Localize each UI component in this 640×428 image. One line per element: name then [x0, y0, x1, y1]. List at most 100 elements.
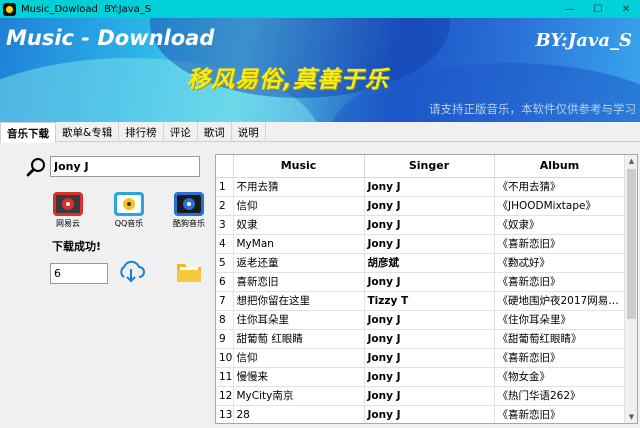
singer-cell[interactable]: 胡彦斌 [364, 253, 495, 273]
table-row[interactable]: 5 返老还童 胡彦斌 《覅忒好》 [216, 253, 626, 273]
singer-cell[interactable]: Jony J [364, 329, 495, 349]
banner-slogan: 移风易俗,莫善于乐 [187, 67, 389, 93]
singer-cell[interactable]: Jony J [364, 177, 495, 197]
album-cell[interactable]: 《物女金》 [494, 367, 626, 387]
row-number: 6 [216, 272, 234, 292]
row-number: 9 [216, 329, 234, 349]
close-button[interactable]: ✕ [612, 0, 640, 18]
cloud-download-icon[interactable] [117, 260, 145, 284]
tab-playlist-album[interactable]: 歌单&专辑 [56, 122, 120, 142]
source-netease[interactable]: 网易云 [48, 192, 88, 229]
singer-cell[interactable]: Jony J [364, 196, 495, 216]
tab-bar: 音乐下载 歌单&专辑 排行榜 评论 歌词 说明 [0, 122, 640, 143]
album-cell[interactable]: 《硬地围炉夜2017网易云... [494, 291, 626, 311]
table-row[interactable]: 6 喜新恋旧 Jony J 《喜新恋旧》 [216, 272, 626, 292]
row-number: 1 [216, 177, 234, 197]
album-cell[interactable]: 《甜葡萄红眼睛》 [494, 329, 626, 349]
netease-music-icon [53, 192, 83, 216]
music-cell[interactable]: 返老还童 [233, 253, 365, 273]
table-row[interactable]: 1 不用去猜 Jony J 《不用去猜》 [216, 177, 626, 197]
scroll-up-arrow-icon[interactable]: ▲ [625, 155, 637, 167]
table-row[interactable]: 3 奴隶 Jony J 《奴隶》 [216, 215, 626, 235]
table-row[interactable]: 13 28 Jony J 《喜新恋旧》 [216, 405, 626, 423]
music-cell[interactable]: 想把你留在这里 [233, 291, 365, 311]
music-cell[interactable]: MyCity南京 [233, 386, 365, 406]
singer-cell[interactable]: Jony J [364, 405, 495, 423]
search-input[interactable] [50, 156, 200, 177]
music-cell[interactable]: 28 [233, 405, 365, 423]
singer-cell[interactable]: Jony J [364, 310, 495, 330]
music-cell[interactable]: 慢慢来 [233, 367, 365, 387]
copyright-notice: 请支持正版音乐，本软件仅供参考与学习 [429, 102, 636, 116]
tab-music-download[interactable]: 音乐下载 [0, 122, 56, 143]
music-cell[interactable]: 奴隶 [233, 215, 365, 235]
music-cell[interactable]: MyMan [233, 234, 365, 254]
scroll-down-arrow-icon[interactable]: ▼ [625, 411, 637, 423]
vertical-scrollbar[interactable]: ▲ ▼ [624, 155, 637, 423]
singer-cell[interactable]: Tizzy T [364, 291, 495, 311]
singer-cell[interactable]: Jony J [364, 234, 495, 254]
singer-cell[interactable]: Jony J [364, 386, 495, 406]
table-row[interactable]: 12 MyCity南京 Jony J 《热门华语262》 [216, 386, 626, 406]
download-count-input[interactable] [50, 263, 108, 284]
row-number: 3 [216, 215, 234, 235]
album-cell[interactable]: 《喜新恋旧》 [494, 348, 626, 368]
scrollbar-thumb[interactable] [627, 169, 636, 319]
search-icon[interactable] [26, 157, 46, 177]
row-number: 12 [216, 386, 234, 406]
minimize-button[interactable]: — [556, 0, 584, 18]
album-cell[interactable]: 《喜新恋旧》 [494, 405, 626, 423]
album-cell[interactable]: 《热门华语262》 [494, 386, 626, 406]
row-number: 5 [216, 253, 234, 273]
folder-icon[interactable] [176, 260, 202, 283]
row-number: 8 [216, 310, 234, 330]
music-cell[interactable]: 信仰 [233, 348, 365, 368]
singer-cell[interactable]: Jony J [364, 215, 495, 235]
album-cell[interactable]: 《JHOODMixtape》 [494, 196, 626, 216]
singer-cell[interactable]: Jony J [364, 348, 495, 368]
singer-cell[interactable]: Jony J [364, 272, 495, 292]
singer-cell[interactable]: Jony J [364, 367, 495, 387]
tab-lyrics[interactable]: 歌词 [198, 122, 232, 142]
source-kugou[interactable]: 酷狗音乐 [169, 192, 209, 229]
table-row[interactable]: 7 想把你留在这里 Tizzy T 《硬地围炉夜2017网易云... [216, 291, 626, 311]
banner-author: BY:Java_S [535, 30, 632, 51]
music-cell[interactable]: 信仰 [233, 196, 365, 216]
source-label: 网易云 [56, 219, 80, 228]
table-row[interactable]: 9 甜葡萄 红眼睛 Jony J 《甜葡萄红眼睛》 [216, 329, 626, 349]
music-cell[interactable]: 住你耳朵里 [233, 310, 365, 330]
album-column-header[interactable]: Album [494, 155, 626, 178]
album-cell[interactable]: 《住你耳朵里》 [494, 310, 626, 330]
table-row[interactable]: 10 信仰 Jony J 《喜新恋旧》 [216, 348, 626, 368]
album-cell[interactable]: 《奴隶》 [494, 215, 626, 235]
music-cell[interactable]: 不用去猜 [233, 177, 365, 197]
music-cell[interactable]: 喜新恋旧 [233, 272, 365, 292]
album-cell[interactable]: 《喜新恋旧》 [494, 234, 626, 254]
row-number: 4 [216, 234, 234, 254]
source-label: QQ音乐 [114, 219, 144, 228]
download-status: 下载成功! [52, 240, 102, 253]
title-bar: Music_Dowload BY:Java_S — ☐ ✕ [0, 0, 640, 18]
maximize-button[interactable]: ☐ [584, 0, 612, 18]
results-table: Music Singer Album 1 不用去猜 Jony J 《不用去猜》 2 信仰… [215, 154, 638, 424]
music-column-header[interactable]: Music [233, 155, 365, 178]
table-row[interactable]: 4 MyMan Jony J 《喜新恋旧》 [216, 234, 626, 254]
app-icon [3, 2, 16, 16]
row-number: 11 [216, 367, 234, 387]
singer-column-header[interactable]: Singer [364, 155, 495, 178]
music-cell[interactable]: 甜葡萄 红眼睛 [233, 329, 365, 349]
table-header-row: Music Singer Album [216, 155, 626, 178]
tab-instructions[interactable]: 说明 [232, 122, 266, 142]
album-cell[interactable]: 《覅忒好》 [494, 253, 626, 273]
table-row[interactable]: 2 信仰 Jony J 《JHOODMixtape》 [216, 196, 626, 216]
tab-comments[interactable]: 评论 [164, 122, 198, 142]
table-row[interactable]: 11 慢慢来 Jony J 《物女金》 [216, 367, 626, 387]
table-row[interactable]: 8 住你耳朵里 Jony J 《住你耳朵里》 [216, 310, 626, 330]
row-number: 13 [216, 405, 234, 423]
row-number-header [216, 155, 234, 178]
album-cell[interactable]: 《不用去猜》 [494, 177, 626, 197]
source-qq[interactable]: QQ音乐 [109, 192, 149, 229]
album-cell[interactable]: 《喜新恋旧》 [494, 272, 626, 292]
tab-charts[interactable]: 排行榜 [119, 122, 164, 142]
kugou-music-icon [174, 192, 204, 216]
